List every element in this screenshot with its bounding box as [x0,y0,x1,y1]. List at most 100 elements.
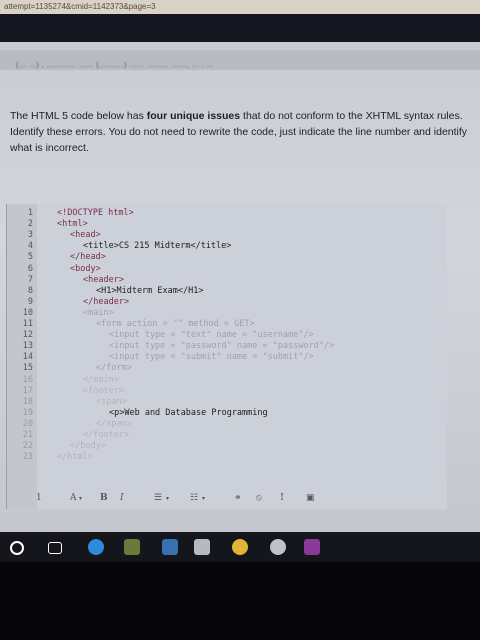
line-number: 20 [22,418,33,429]
store-icon[interactable] [124,539,140,555]
page-header-strip: (… …) , ………… …… (……….) …… ……… ……, … . … [0,50,480,70]
code-line: 14 <input type = "submit" name = "submit"… [7,352,447,363]
monitor-bezel [0,562,480,640]
code-block: 1 <!DOCTYPE html> 2 <html> 3 <head> 4 <title>CS… [6,204,447,509]
photos-icon[interactable] [194,539,210,555]
line-number: 17 [22,385,33,396]
line-number: 2 [27,219,33,230]
line-number: 13 [22,341,33,352]
special-char-icon[interactable]: ! [280,493,284,503]
code-line: 13 <input type = "password" name = "passw… [7,341,447,352]
code-text: <main> [83,307,114,318]
edge-icon[interactable] [88,539,104,555]
line-number: 19 [22,407,33,418]
code-text: <!DOCTYPE html> [57,208,134,218]
task-view-icon[interactable] [48,542,62,554]
chevron-down-icon[interactable]: ▾ [166,495,169,502]
code-line: 20 </span> [7,419,447,430]
code-line: 18 <span> [7,397,447,408]
taskbar [0,532,480,562]
chevron-down-icon[interactable]: ▾ [202,495,205,502]
code-line: 19 <p>Web and Database Programming [7,408,447,419]
unlink-icon[interactable]: ⦸ [256,493,262,503]
code-text: <body> [70,263,101,274]
code-text: </footer> [83,430,130,440]
code-line: 7 <header> [7,275,447,286]
line-number: 6 [27,263,33,274]
code-text: <form action = "" method = GET> [96,319,255,329]
line-number: 18 [22,396,33,407]
code-line: 21 </footer> [7,430,447,441]
code-line: 12 <input type = "text" name = "username"… [7,330,447,341]
line-number: 7 [27,274,33,285]
line-number: 15 [22,363,33,374]
code-text: <input type = "password" name = "passwor… [109,341,335,352]
url-text: attempt=1135274&cmid=1142373&page=3 [4,2,156,11]
app-icon[interactable] [304,539,320,555]
line-number: 1 [27,208,33,218]
code-text: <html> [57,219,88,230]
question-text: The HTML 5 code below has four unique is… [10,110,468,154]
line-number: 10 [22,307,33,318]
address-bar[interactable]: attempt=1135274&cmid=1142373&page=3 [0,0,480,14]
code-line: 2 <html> [7,219,447,230]
line-number: 14 [22,352,33,363]
code-line: 15 </form> [7,363,447,374]
link-icon[interactable]: ⚭ [234,493,242,503]
code-line: 3 <head> [7,230,447,241]
code-line: 11 <form action = "" method = GET> [7,319,447,330]
start-icon[interactable] [10,541,24,555]
code-line: 22 </body> [7,441,447,452]
code-line: 10 <main> [7,308,447,319]
header-text: (… …) , ………… …… (……….) …… ……… ……, … . … [16,62,214,69]
code-text: </body> [70,441,106,452]
code-text: <title>CS 215 Midterm</title> [83,241,232,252]
code-text: <head> [70,230,101,241]
code-text: </main> [83,374,119,385]
font-color-button[interactable]: A [70,493,77,503]
bullet-list-button[interactable]: ☰ [154,493,162,503]
code-line: 16 </main> [7,375,447,386]
code-text: <input type = "text" name = "username"/> [109,330,314,341]
code-text: <input type = "submit" name = "submit"/> [109,352,314,363]
code-line: 6 <body> [7,264,447,275]
code-text: </head> [70,252,106,263]
image-icon[interactable]: ▣ [306,493,315,503]
question-bold: four unique issues [146,110,241,122]
code-text: </span> [96,418,132,429]
code-text: <p>Web and Database Programming [109,407,268,418]
code-text: </header> [83,296,130,307]
line-number: 4 [27,241,33,252]
camera-icon[interactable] [270,539,286,555]
code-line: 8 <H1>Midterm Exam</H1> [7,286,447,297]
code-text: </form> [96,363,132,374]
code-text: <footer> [83,385,124,396]
code-line: 5 </head> [7,252,447,263]
line-number: 8 [27,285,33,296]
code-line: 23 </html> [7,452,447,463]
bold-button[interactable]: B [100,493,108,503]
code-line: 1 <!DOCTYPE html> [7,208,447,219]
code-text: <span> [96,396,127,407]
mail-icon[interactable] [162,539,178,555]
code-text: <header> [83,274,124,285]
code-line: 17 <footer> [7,386,447,397]
line-number-label: 1 [36,493,42,503]
line-number: 21 [22,430,33,440]
line-number: 23 [22,452,33,463]
line-number: 12 [22,330,33,341]
code-text: </html> [57,452,93,463]
italic-button[interactable]: I [120,493,124,503]
chrome-icon[interactable] [232,539,248,555]
code-line: 4 <title>CS 215 Midterm</title> [7,241,447,252]
line-number: 5 [27,252,33,263]
chevron-down-icon[interactable]: ▾ [79,495,82,502]
quiz-page: (… …) , ………… …… (……….) …… ……… ……, … . … … [0,42,480,532]
numbered-list-button[interactable]: ☷ [190,493,198,503]
browser-chrome [0,14,480,42]
code-line: 9 </header> [7,297,447,308]
line-number: 11 [22,319,33,329]
line-number: 16 [22,374,33,385]
code-text: <H1>Midterm Exam</H1> [96,285,204,296]
line-number: 3 [27,230,33,241]
